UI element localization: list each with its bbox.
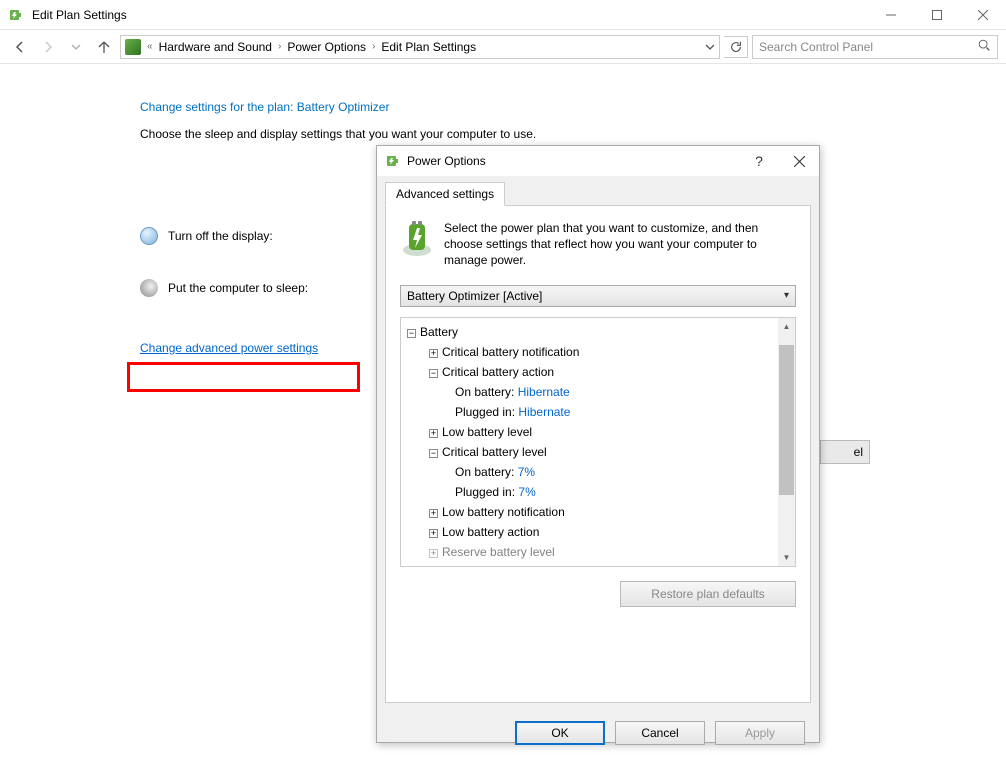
scrollbar[interactable]: ▲ ▼ [778, 318, 795, 566]
tree-battery[interactable]: −Battery [407, 322, 795, 342]
highlight-advanced-link [127, 362, 360, 392]
up-button[interactable] [92, 35, 116, 59]
tree-reserve[interactable]: +Reserve battery level [407, 542, 795, 562]
control-panel-icon [125, 39, 141, 55]
tree-low-action[interactable]: +Low battery action [407, 522, 795, 542]
history-dropdown[interactable] [64, 35, 88, 59]
battery-icon [385, 153, 401, 169]
moon-icon [140, 279, 158, 297]
expand-icon[interactable]: + [429, 429, 438, 438]
tab-header: Advanced settings [385, 182, 811, 205]
chevron-down-icon: ▾ [784, 290, 789, 301]
display-label: Turn off the display: [168, 229, 273, 243]
tab-body: Select the power plan that you want to c… [385, 205, 811, 703]
advanced-settings-link[interactable]: Change advanced power settings [140, 341, 318, 355]
back-button[interactable] [8, 35, 32, 59]
scroll-down-icon[interactable]: ▼ [778, 549, 795, 566]
dialog-titlebar: Power Options ? [377, 146, 819, 176]
forward-button[interactable] [36, 35, 60, 59]
scroll-track[interactable] [778, 335, 795, 549]
chevron-down-icon[interactable] [705, 42, 715, 52]
hint-text: Select the power plan that you want to c… [444, 220, 796, 269]
search-icon [977, 38, 991, 55]
tree-low-notification[interactable]: +Low battery notification [407, 502, 795, 522]
monitor-icon [140, 227, 158, 245]
collapse-icon[interactable]: − [429, 369, 438, 378]
help-button[interactable]: ? [739, 146, 779, 176]
hint-row: Select the power plan that you want to c… [400, 220, 796, 269]
collapse-icon[interactable]: − [429, 449, 438, 458]
background-button-fragment: el [820, 440, 870, 464]
titlebar: Edit Plan Settings [0, 0, 1006, 30]
maximize-button[interactable] [914, 0, 960, 30]
breadcrumb-item[interactable]: Power Options [287, 40, 366, 54]
expand-icon[interactable]: + [429, 349, 438, 358]
chevron-right-icon: › [372, 41, 375, 52]
expand-icon[interactable]: + [429, 529, 438, 538]
tree-low-level[interactable]: +Low battery level [407, 422, 795, 442]
restore-defaults-button[interactable]: Restore plan defaults [620, 581, 796, 607]
refresh-button[interactable] [724, 36, 748, 58]
battery-plan-icon [8, 7, 24, 23]
tree-critical-notification[interactable]: +Critical battery notification [407, 342, 795, 362]
dialog-buttons: OK Cancel Apply [377, 711, 819, 755]
breadcrumb: Hardware and Sound › Power Options › Edi… [159, 40, 477, 54]
scroll-up-icon[interactable]: ▲ [778, 318, 795, 335]
breadcrumb-chevrons-icon: « [147, 41, 153, 52]
minimize-button[interactable] [868, 0, 914, 30]
dialog-close-button[interactable] [779, 146, 819, 176]
page-subheading: Choose the sleep and display settings th… [140, 127, 1006, 141]
address-bar[interactable]: « Hardware and Sound › Power Options › E… [120, 35, 720, 59]
search-input[interactable]: Search Control Panel [752, 35, 998, 59]
breadcrumb-item[interactable]: Edit Plan Settings [381, 40, 476, 54]
sleep-label: Put the computer to sleep: [168, 281, 308, 295]
window-title: Edit Plan Settings [32, 8, 127, 22]
page-heading: Change settings for the plan: Battery Op… [140, 94, 1006, 117]
power-options-dialog: Power Options ? Advanced settings Select… [376, 145, 820, 743]
tab-advanced-settings[interactable]: Advanced settings [385, 182, 505, 206]
tree-critical-level[interactable]: −Critical battery level [407, 442, 795, 462]
settings-tree[interactable]: −Battery +Critical battery notification … [400, 317, 796, 567]
chevron-right-icon: › [278, 41, 281, 52]
tree-crit-level-onbattery[interactable]: On battery: 7% [407, 462, 795, 482]
plan-select[interactable]: Battery Optimizer [Active] ▾ [400, 285, 796, 307]
expand-icon[interactable]: + [429, 509, 438, 518]
dialog-title: Power Options [407, 154, 486, 168]
expand-icon[interactable]: + [429, 549, 438, 558]
close-button[interactable] [960, 0, 1006, 30]
collapse-icon[interactable]: − [407, 329, 416, 338]
breadcrumb-item[interactable]: Hardware and Sound [159, 40, 272, 54]
tree-crit-action-onbattery[interactable]: On battery: Hibernate [407, 382, 795, 402]
apply-button[interactable]: Apply [715, 721, 805, 745]
toolbar: « Hardware and Sound › Power Options › E… [0, 30, 1006, 64]
cancel-button[interactable]: Cancel [615, 721, 705, 745]
tree-crit-level-plugged[interactable]: Plugged in: 7% [407, 482, 795, 502]
tree-critical-action[interactable]: −Critical battery action [407, 362, 795, 382]
scroll-thumb[interactable] [779, 345, 794, 495]
tree-crit-action-plugged[interactable]: Plugged in: Hibernate [407, 402, 795, 422]
search-placeholder: Search Control Panel [759, 40, 873, 54]
battery-large-icon [400, 220, 434, 258]
plan-selected-label: Battery Optimizer [Active] [407, 289, 542, 303]
ok-button[interactable]: OK [515, 721, 605, 745]
